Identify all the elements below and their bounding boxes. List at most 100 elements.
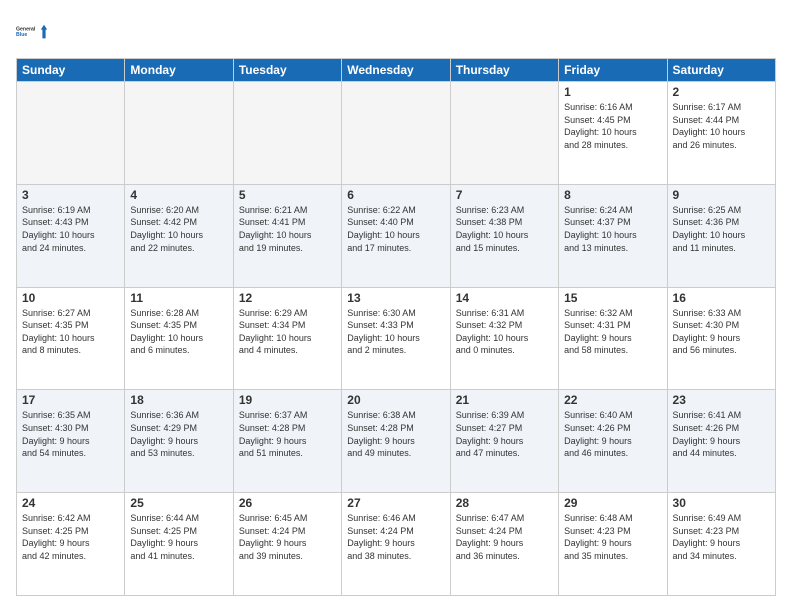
weekday-header: Saturday — [667, 59, 775, 82]
day-number: 8 — [564, 188, 661, 202]
page: General Blue SundayMondayTuesdayWednesda… — [0, 0, 792, 612]
header: General Blue — [16, 16, 776, 48]
calendar-week-row: 3Sunrise: 6:19 AMSunset: 4:43 PMDaylight… — [17, 184, 776, 287]
day-info: Sunrise: 6:28 AMSunset: 4:35 PMDaylight:… — [130, 307, 227, 357]
weekday-header: Sunday — [17, 59, 125, 82]
calendar-week-row: 10Sunrise: 6:27 AMSunset: 4:35 PMDayligh… — [17, 287, 776, 390]
calendar-week-row: 1 Sunrise: 6:16 AMSunset: 4:45 PMDaylight… — [17, 82, 776, 185]
calendar-cell: 23 Sunrise: 6:41 AMSunset: 4:26 PMDayligh… — [667, 390, 775, 493]
weekday-header: Tuesday — [233, 59, 341, 82]
calendar-cell: 17 Sunrise: 6:35 AMSunset: 4:30 PMDayligh… — [17, 390, 125, 493]
day-number: 2 — [673, 85, 770, 99]
day-number: 26 — [239, 496, 336, 510]
calendar-cell: 22 Sunrise: 6:40 AMSunset: 4:26 PMDayligh… — [559, 390, 667, 493]
calendar-cell — [342, 82, 450, 185]
calendar-cell: 27 Sunrise: 6:46 AMSunset: 4:24 PMDayligh… — [342, 493, 450, 596]
calendar-header-row: SundayMondayTuesdayWednesdayThursdayFrid… — [17, 59, 776, 82]
weekday-header: Monday — [125, 59, 233, 82]
logo-icon: General Blue — [16, 16, 48, 48]
day-info: Sunrise: 6:16 AMSunset: 4:45 PMDaylight:… — [564, 101, 661, 151]
calendar-cell: 12Sunrise: 6:29 AMSunset: 4:34 PMDayligh… — [233, 287, 341, 390]
calendar-cell: 16 Sunrise: 6:33 AMSunset: 4:30 PMDayligh… — [667, 287, 775, 390]
calendar-cell: 19 Sunrise: 6:37 AMSunset: 4:28 PMDayligh… — [233, 390, 341, 493]
day-info: Sunrise: 6:22 AMSunset: 4:40 PMDaylight:… — [347, 204, 444, 254]
day-info: Sunrise: 6:25 AMSunset: 4:36 PMDaylight:… — [673, 204, 770, 254]
day-number: 11 — [130, 291, 227, 305]
day-info: Sunrise: 6:37 AMSunset: 4:28 PMDaylight:… — [239, 409, 336, 459]
calendar-cell: 15 Sunrise: 6:32 AMSunset: 4:31 PMDayligh… — [559, 287, 667, 390]
day-number: 27 — [347, 496, 444, 510]
calendar-cell: 26Sunrise: 6:45 AMSunset: 4:24 PMDayligh… — [233, 493, 341, 596]
day-number: 22 — [564, 393, 661, 407]
calendar-cell: 25 Sunrise: 6:44 AMSunset: 4:25 PMDayligh… — [125, 493, 233, 596]
calendar-cell: 18 Sunrise: 6:36 AMSunset: 4:29 PMDayligh… — [125, 390, 233, 493]
day-info: Sunrise: 6:32 AMSunset: 4:31 PMDaylight:… — [564, 307, 661, 357]
day-info: Sunrise: 6:41 AMSunset: 4:26 PMDaylight:… — [673, 409, 770, 459]
day-number: 19 — [239, 393, 336, 407]
day-info: Sunrise: 6:35 AMSunset: 4:30 PMDaylight:… — [22, 409, 119, 459]
day-info: Sunrise: 6:27 AMSunset: 4:35 PMDaylight:… — [22, 307, 119, 357]
day-number: 9 — [673, 188, 770, 202]
day-number: 14 — [456, 291, 553, 305]
calendar-cell: 1 Sunrise: 6:16 AMSunset: 4:45 PMDaylight… — [559, 82, 667, 185]
calendar-cell — [17, 82, 125, 185]
day-number: 25 — [130, 496, 227, 510]
day-info: Sunrise: 6:29 AMSunset: 4:34 PMDaylight:… — [239, 307, 336, 357]
day-info: Sunrise: 6:20 AMSunset: 4:42 PMDaylight:… — [130, 204, 227, 254]
calendar-cell: 29 Sunrise: 6:48 AMSunset: 4:23 PMDayligh… — [559, 493, 667, 596]
calendar-cell: 20Sunrise: 6:38 AMSunset: 4:28 PMDayligh… — [342, 390, 450, 493]
day-number: 18 — [130, 393, 227, 407]
day-info: Sunrise: 6:23 AMSunset: 4:38 PMDaylight:… — [456, 204, 553, 254]
day-number: 20 — [347, 393, 444, 407]
calendar-cell: 6 Sunrise: 6:22 AMSunset: 4:40 PMDaylight… — [342, 184, 450, 287]
day-info: Sunrise: 6:40 AMSunset: 4:26 PMDaylight:… — [564, 409, 661, 459]
day-info: Sunrise: 6:31 AMSunset: 4:32 PMDaylight:… — [456, 307, 553, 357]
calendar-cell: 2 Sunrise: 6:17 AMSunset: 4:44 PMDaylight… — [667, 82, 775, 185]
day-number: 1 — [564, 85, 661, 99]
calendar-cell: 14 Sunrise: 6:31 AMSunset: 4:32 PMDayligh… — [450, 287, 558, 390]
day-number: 5 — [239, 188, 336, 202]
day-number: 30 — [673, 496, 770, 510]
svg-text:General: General — [16, 26, 36, 32]
calendar-cell: 7 Sunrise: 6:23 AMSunset: 4:38 PMDaylight… — [450, 184, 558, 287]
calendar-cell: 3Sunrise: 6:19 AMSunset: 4:43 PMDaylight… — [17, 184, 125, 287]
day-info: Sunrise: 6:30 AMSunset: 4:33 PMDaylight:… — [347, 307, 444, 357]
day-number: 23 — [673, 393, 770, 407]
day-number: 17 — [22, 393, 119, 407]
day-info: Sunrise: 6:36 AMSunset: 4:29 PMDaylight:… — [130, 409, 227, 459]
day-number: 7 — [456, 188, 553, 202]
day-number: 21 — [456, 393, 553, 407]
day-info: Sunrise: 6:47 AMSunset: 4:24 PMDaylight:… — [456, 512, 553, 562]
day-number: 6 — [347, 188, 444, 202]
logo: General Blue — [16, 16, 48, 48]
day-number: 13 — [347, 291, 444, 305]
calendar-cell: 28 Sunrise: 6:47 AMSunset: 4:24 PMDayligh… — [450, 493, 558, 596]
calendar-cell: 21 Sunrise: 6:39 AMSunset: 4:27 PMDayligh… — [450, 390, 558, 493]
day-number: 3 — [22, 188, 119, 202]
day-info: Sunrise: 6:21 AMSunset: 4:41 PMDaylight:… — [239, 204, 336, 254]
calendar-cell: 24 Sunrise: 6:42 AMSunset: 4:25 PMDayligh… — [17, 493, 125, 596]
calendar-table: SundayMondayTuesdayWednesdayThursdayFrid… — [16, 58, 776, 596]
calendar-week-row: 17 Sunrise: 6:35 AMSunset: 4:30 PMDayligh… — [17, 390, 776, 493]
day-info: Sunrise: 6:39 AMSunset: 4:27 PMDaylight:… — [456, 409, 553, 459]
day-info: Sunrise: 6:17 AMSunset: 4:44 PMDaylight:… — [673, 101, 770, 151]
day-number: 28 — [456, 496, 553, 510]
calendar-cell: 8Sunrise: 6:24 AMSunset: 4:37 PMDaylight… — [559, 184, 667, 287]
day-number: 24 — [22, 496, 119, 510]
day-info: Sunrise: 6:42 AMSunset: 4:25 PMDaylight:… — [22, 512, 119, 562]
day-info: Sunrise: 6:33 AMSunset: 4:30 PMDaylight:… — [673, 307, 770, 357]
calendar-cell — [450, 82, 558, 185]
day-number: 29 — [564, 496, 661, 510]
calendar-cell: 4 Sunrise: 6:20 AMSunset: 4:42 PMDaylight… — [125, 184, 233, 287]
calendar-cell: 13 Sunrise: 6:30 AMSunset: 4:33 PMDayligh… — [342, 287, 450, 390]
calendar-cell: 5 Sunrise: 6:21 AMSunset: 4:41 PMDaylight… — [233, 184, 341, 287]
calendar-cell — [125, 82, 233, 185]
day-info: Sunrise: 6:48 AMSunset: 4:23 PMDaylight:… — [564, 512, 661, 562]
svg-text:Blue: Blue — [16, 32, 27, 38]
day-info: Sunrise: 6:44 AMSunset: 4:25 PMDaylight:… — [130, 512, 227, 562]
day-number: 15 — [564, 291, 661, 305]
day-number: 16 — [673, 291, 770, 305]
calendar-cell: 9 Sunrise: 6:25 AMSunset: 4:36 PMDaylight… — [667, 184, 775, 287]
day-number: 4 — [130, 188, 227, 202]
day-info: Sunrise: 6:46 AMSunset: 4:24 PMDaylight:… — [347, 512, 444, 562]
